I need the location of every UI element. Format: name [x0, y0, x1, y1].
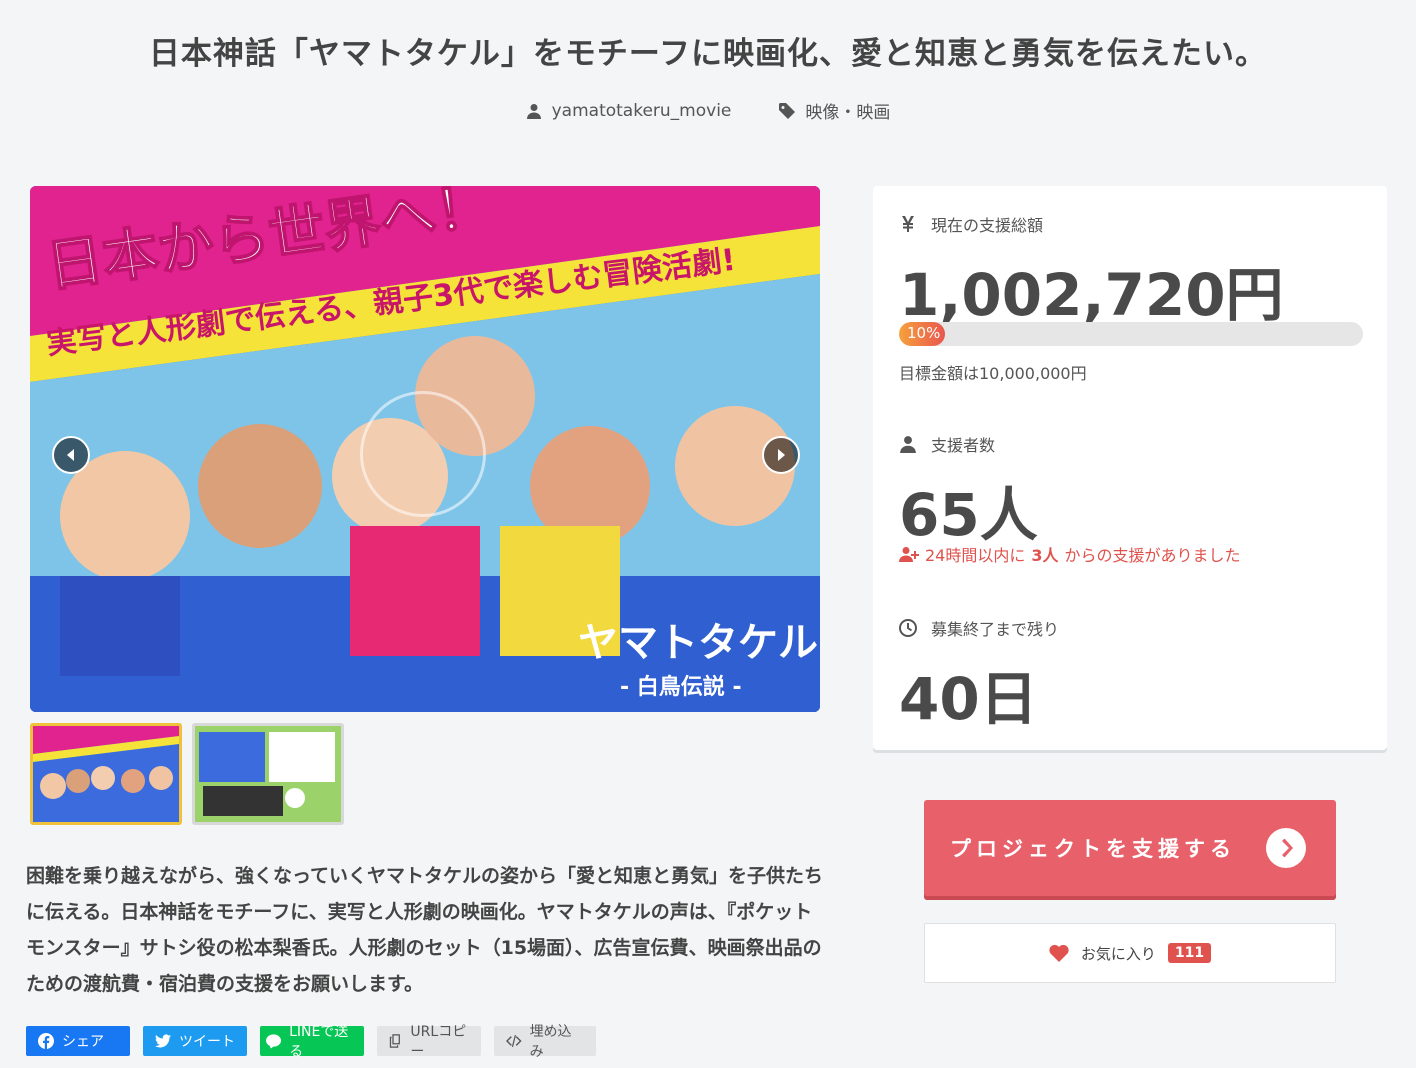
line-share-button[interactable]: LINEで送る: [260, 1024, 364, 1060]
thumbnail-2[interactable]: [192, 723, 344, 825]
thumbnail-image: [33, 726, 179, 822]
embed-label: 埋め込み: [529, 1024, 572, 1060]
user-icon: [526, 103, 541, 119]
thumbnail-1[interactable]: [30, 723, 182, 825]
goal-amount: 目標金額は10,000,000円: [899, 364, 1087, 383]
user-icon: [900, 436, 916, 453]
twitter-share-button[interactable]: ツイート: [143, 1026, 247, 1056]
url-copy-label: URLコピー: [410, 1024, 467, 1060]
favorite-count-badge: 111: [1167, 943, 1212, 963]
remaining-label: 募集終了まで残り: [931, 620, 1060, 639]
owner-name: yamatotakeru_movie: [551, 100, 732, 121]
logo-title: ヤマトタケル: [578, 620, 818, 666]
category-name: 映像・映画: [805, 103, 891, 123]
main-visual[interactable]: 日本から世界へ！ 実写と人形劇で伝える、親子3代で楽しむ冒険活劇! ヤマトタケル…: [30, 186, 820, 712]
clock-icon: [899, 619, 917, 637]
support-button-label: プロジェクトを支援する: [950, 837, 1236, 861]
chevron-right-icon: [778, 449, 785, 461]
favorite-label: お気に入り: [1080, 944, 1156, 963]
recent-suffix: からの支援がありました: [1064, 546, 1241, 565]
url-copy-button[interactable]: URLコピー: [377, 1024, 481, 1060]
logo-subtitle: - 白鳥伝説 -: [620, 674, 742, 700]
code-icon: [506, 1035, 522, 1047]
chevron-right-circle-icon: [1266, 828, 1306, 868]
facebook-share-button[interactable]: シェア: [26, 1026, 130, 1056]
thumbnail-strip: [30, 723, 344, 825]
share-bar: シェア ツイート LINEで送る URLコピー 埋め込み: [26, 1024, 596, 1060]
owner-link[interactable]: yamatotakeru_movie: [526, 98, 732, 123]
thumbnail-image: [195, 726, 341, 822]
total-amount: 1,002,720円: [899, 261, 1284, 329]
twitter-share-label: ツイート: [179, 1034, 235, 1050]
recent-prefix: 24時間以内に: [925, 546, 1026, 565]
stats-card: 現在の支援総額 1,002,720円 10% 目標金額は10,000,000円 …: [873, 186, 1387, 750]
heart-icon: [1049, 944, 1069, 962]
funding-progress-bar: 10%: [899, 322, 1363, 346]
remaining-days: 40日: [899, 665, 1038, 733]
yen-icon: [902, 216, 914, 232]
twitter-bird-icon: [155, 1034, 171, 1048]
total-label-row: 現在の支援総額: [899, 212, 1043, 236]
recent-count: 3人: [1031, 546, 1059, 565]
facebook-icon: [38, 1033, 54, 1049]
project-meta: yamatotakeru_movie 映像・映画: [0, 98, 1416, 123]
play-overlay[interactable]: [360, 391, 486, 517]
facebook-share-label: シェア: [62, 1034, 104, 1050]
carousel-next-button[interactable]: [762, 436, 800, 474]
backers-count: 65人: [899, 481, 1038, 549]
backers-label-row: 支援者数: [899, 432, 995, 456]
recent-backers-notice: 24時間以内に 3人 からの支援がありました: [899, 542, 1241, 566]
users-plus-icon: [899, 547, 919, 562]
tag-icon: [779, 102, 796, 119]
carousel-prev-button[interactable]: [52, 436, 90, 474]
remaining-label-row: 募集終了まで残り: [899, 616, 1059, 640]
support-project-button[interactable]: プロジェクトを支援する: [924, 800, 1336, 896]
project-summary: 困難を乗り越えながら、強くなっていくヤマトタケルの姿から「愛と知恵と勇気」を子供…: [26, 865, 824, 995]
category-link[interactable]: 映像・映画: [779, 98, 890, 123]
chevron-left-icon: [67, 449, 74, 461]
line-icon: [266, 1034, 282, 1049]
backers-label: 支援者数: [931, 436, 996, 455]
copy-icon: [389, 1034, 400, 1048]
favorite-button[interactable]: お気に入り 111: [924, 923, 1336, 983]
line-share-label: LINEで送る: [289, 1024, 349, 1060]
project-title: 日本神話「ヤマトタケル」をモチーフに映画化、愛と知恵と勇気を伝えたい。: [148, 36, 1268, 72]
total-label: 現在の支援総額: [931, 216, 1044, 235]
progress-percent: 10%: [907, 324, 941, 342]
embed-button[interactable]: 埋め込み: [494, 1024, 596, 1060]
